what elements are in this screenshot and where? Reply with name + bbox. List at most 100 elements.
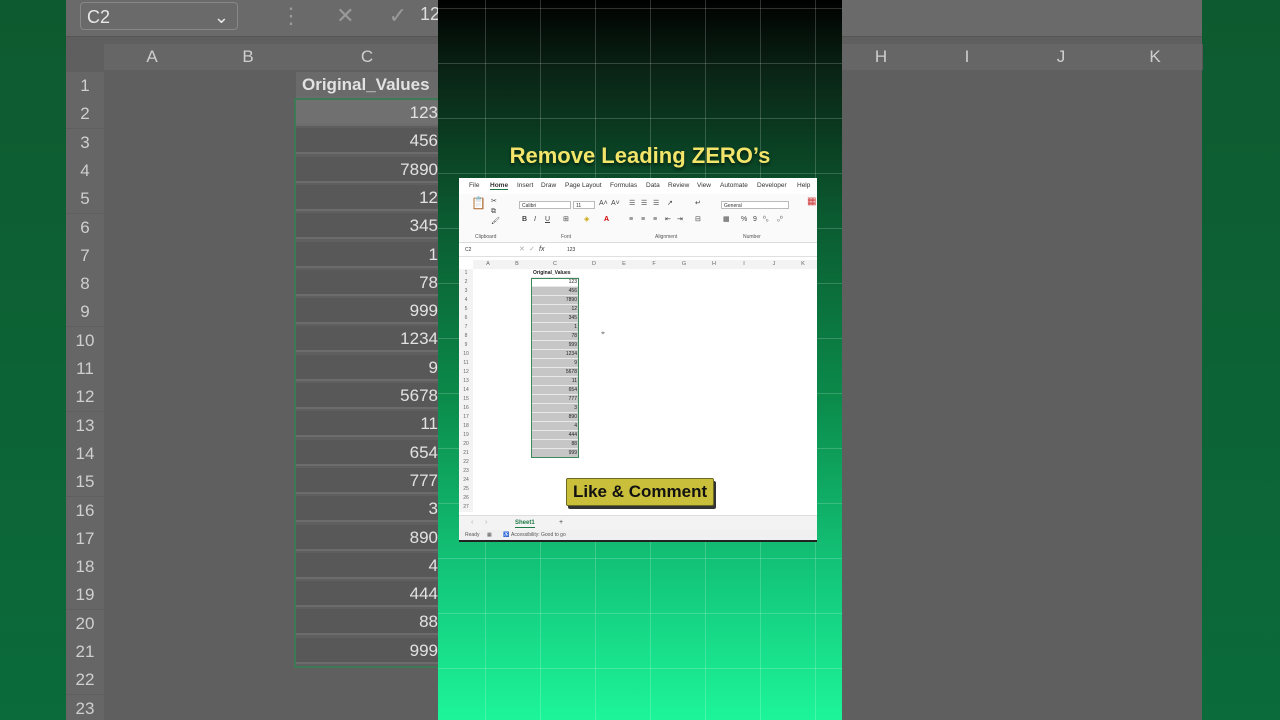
background-row-header: 8 bbox=[66, 270, 104, 299]
background-column-header: C bbox=[296, 44, 439, 70]
underline-icon[interactable]: U bbox=[545, 216, 550, 224]
percent-icon[interactable]: % bbox=[741, 216, 747, 224]
bold-icon[interactable]: B bbox=[522, 216, 527, 224]
row-header[interactable]: 14 bbox=[459, 386, 473, 395]
fill-color-icon[interactable]: ◈ bbox=[584, 216, 589, 224]
align-middle-icon[interactable]: ☰ bbox=[641, 200, 647, 208]
align-left-icon[interactable]: ≡ bbox=[629, 216, 633, 224]
fx-icon[interactable]: fx bbox=[539, 246, 544, 254]
next-sheet-icon[interactable]: › bbox=[485, 519, 487, 527]
row-header[interactable]: 8 bbox=[459, 332, 473, 341]
tab-automate[interactable]: Automate bbox=[720, 182, 748, 189]
row-header[interactable]: 19 bbox=[459, 431, 473, 440]
column-header[interactable]: C bbox=[531, 260, 580, 269]
tab-formulas[interactable]: Formulas bbox=[610, 182, 637, 189]
row-header[interactable]: 4 bbox=[459, 296, 473, 305]
tab-data[interactable]: Data bbox=[646, 182, 660, 189]
italic-icon[interactable]: I bbox=[534, 216, 536, 224]
align-center-icon[interactable]: ≡ bbox=[641, 216, 645, 224]
row-header[interactable]: 26 bbox=[459, 494, 473, 503]
cut-icon[interactable]: ✂ bbox=[491, 198, 497, 206]
tab-developer[interactable]: Developer bbox=[757, 182, 787, 189]
formula-input[interactable]: 123 bbox=[565, 246, 805, 254]
decrease-font-icon[interactable]: A˅ bbox=[611, 200, 620, 208]
copy-icon[interactable]: ⧉ bbox=[491, 208, 496, 216]
cancel-icon[interactable]: ✕ bbox=[519, 246, 525, 254]
merge-center-icon[interactable]: ⊟ bbox=[695, 216, 701, 224]
currency-icon[interactable]: ▦ bbox=[723, 216, 730, 224]
increase-indent-icon[interactable]: ⇥ bbox=[677, 216, 683, 224]
row-header[interactable]: 16 bbox=[459, 404, 473, 413]
row-header[interactable]: 24 bbox=[459, 476, 473, 485]
row-header[interactable]: 27 bbox=[459, 503, 473, 512]
row-header[interactable]: 13 bbox=[459, 377, 473, 386]
background-row-header: 11 bbox=[66, 355, 104, 383]
orientation-icon[interactable]: ↗ bbox=[667, 200, 673, 208]
row-header[interactable]: 17 bbox=[459, 413, 473, 422]
row-header[interactable]: 1 bbox=[459, 269, 473, 278]
row-header[interactable]: 18 bbox=[459, 422, 473, 431]
background-row-header: 9 bbox=[66, 298, 104, 327]
row-header[interactable]: 15 bbox=[459, 395, 473, 404]
prev-sheet-icon[interactable]: ‹ bbox=[471, 519, 473, 527]
row-header[interactable]: 20 bbox=[459, 440, 473, 449]
background-row-header: 14 bbox=[66, 439, 104, 468]
column-header[interactable]: I bbox=[729, 260, 760, 269]
add-sheet-icon[interactable]: + bbox=[559, 519, 563, 527]
background-row-header: 13 bbox=[66, 411, 104, 440]
row-header[interactable]: 22 bbox=[459, 458, 473, 467]
tab-review[interactable]: Review bbox=[668, 182, 689, 189]
tab-insert[interactable]: Insert bbox=[517, 182, 533, 189]
tab-draw[interactable]: Draw bbox=[541, 182, 556, 189]
paste-icon[interactable]: 📋 bbox=[471, 197, 486, 209]
align-right-icon[interactable]: ≡ bbox=[653, 216, 657, 224]
row-header[interactable]: 3 bbox=[459, 287, 473, 296]
row-header[interactable]: 7 bbox=[459, 323, 473, 332]
row-header[interactable]: 23 bbox=[459, 467, 473, 476]
sheet-tab-sheet1[interactable]: Sheet1 bbox=[515, 519, 535, 528]
background-column-header: I bbox=[920, 44, 1015, 70]
borders-icon[interactable]: ⊞ bbox=[563, 216, 569, 224]
font-color-icon[interactable]: A bbox=[604, 216, 609, 224]
row-header[interactable]: 12 bbox=[459, 368, 473, 377]
number-format-dropdown[interactable]: General bbox=[721, 201, 789, 209]
wrap-text-icon[interactable]: ↵ bbox=[695, 200, 701, 208]
row-header[interactable]: 6 bbox=[459, 314, 473, 323]
enter-icon[interactable]: ✓ bbox=[529, 246, 535, 254]
comma-style-icon[interactable]: 9 bbox=[753, 216, 757, 224]
column-header[interactable]: A bbox=[473, 260, 504, 269]
row-header[interactable]: 25 bbox=[459, 485, 473, 494]
tab-help[interactable]: Help bbox=[797, 182, 810, 189]
column-header[interactable]: G bbox=[669, 260, 700, 269]
increase-decimal-icon[interactable]: ⁰₀ bbox=[763, 216, 769, 224]
format-painter-icon[interactable]: 🖌 bbox=[491, 218, 500, 226]
column-header[interactable]: H bbox=[699, 260, 730, 269]
increase-font-icon[interactable]: A˄ bbox=[599, 200, 608, 208]
name-box[interactable]: C2 bbox=[463, 246, 513, 254]
decrease-indent-icon[interactable]: ⇤ bbox=[665, 216, 671, 224]
column-header[interactable]: J bbox=[759, 260, 790, 269]
font-size-dropdown[interactable]: 11 bbox=[573, 201, 595, 209]
font-name-dropdown[interactable]: Calibri bbox=[519, 201, 571, 209]
conditional-formatting-icon[interactable]: ▦ bbox=[807, 197, 816, 207]
ribbon: 📋 ✂ ⧉ 🖌 Clipboard Calibri 11 A˄ A˅ B I U… bbox=[459, 194, 817, 243]
tab-page-layout[interactable]: Page Layout bbox=[565, 182, 602, 189]
tab-home[interactable]: Home bbox=[490, 182, 509, 190]
column-header[interactable]: K bbox=[789, 260, 817, 269]
tab-file[interactable]: File bbox=[469, 182, 479, 189]
tab-view[interactable]: View bbox=[697, 182, 711, 189]
column-header[interactable]: E bbox=[609, 260, 640, 269]
column-header[interactable]: F bbox=[639, 260, 670, 269]
row-header[interactable]: 5 bbox=[459, 305, 473, 314]
row-header[interactable]: 10 bbox=[459, 350, 473, 359]
align-bottom-icon[interactable]: ☰ bbox=[653, 200, 659, 208]
decrease-decimal-icon[interactable]: ₀⁰ bbox=[777, 216, 783, 224]
row-header[interactable]: 21 bbox=[459, 449, 473, 458]
column-header[interactable]: B bbox=[503, 260, 532, 269]
row-header[interactable]: 9 bbox=[459, 341, 473, 350]
header-cell[interactable]: Original_Values bbox=[531, 269, 579, 278]
column-header[interactable]: D bbox=[579, 260, 610, 269]
row-header[interactable]: 2 bbox=[459, 278, 473, 287]
row-header[interactable]: 11 bbox=[459, 359, 473, 368]
align-top-icon[interactable]: ☰ bbox=[629, 200, 635, 208]
